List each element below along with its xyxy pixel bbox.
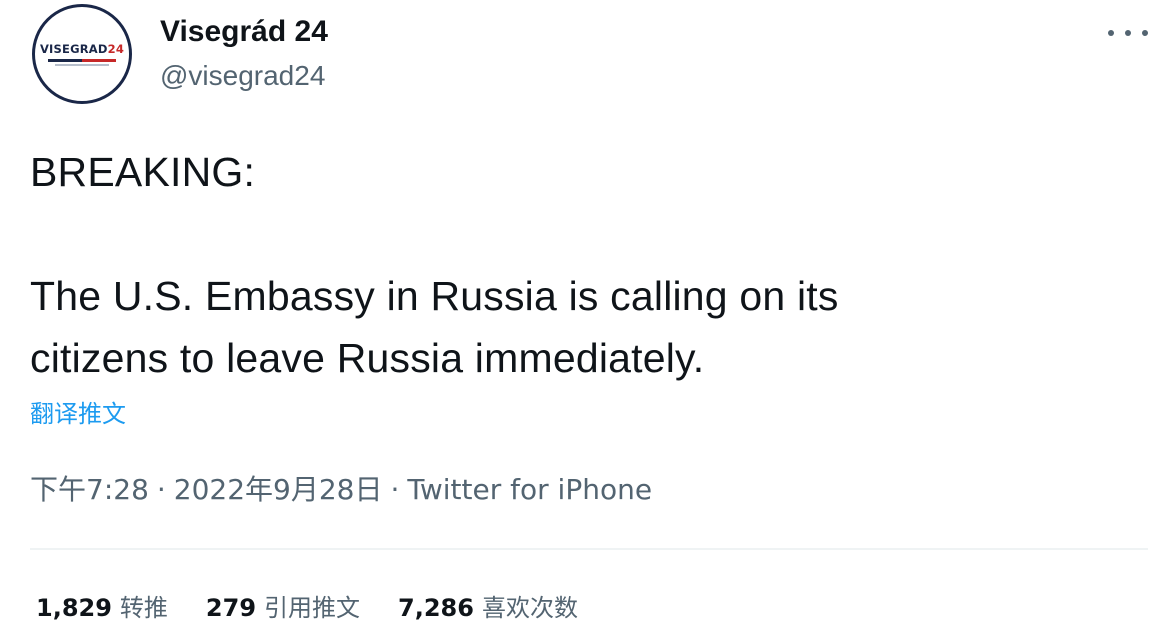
retweets-count: 1,829: [36, 594, 112, 622]
tweet-text-line: BREAKING:: [30, 149, 256, 195]
quotes-count: 279: [205, 594, 257, 622]
retweets-label: 转推: [119, 594, 168, 622]
more-dot: [1142, 30, 1148, 36]
author-display-name[interactable]: Visegrád 24: [160, 14, 328, 50]
tweet-text-line: The U.S. Embassy in Russia is calling on…: [30, 273, 839, 319]
meta-separator: ·: [156, 473, 166, 506]
avatar[interactable]: VISEGRAD24: [32, 4, 132, 104]
tweet-meta: 下午7:28 · 2022年9月28日 · Twitter for iPhone: [30, 472, 652, 508]
tweet-source-link[interactable]: Twitter for iPhone: [407, 473, 652, 506]
tweet-time[interactable]: 下午7:28: [30, 473, 149, 506]
more-dot: [1108, 30, 1114, 36]
likes-count: 7,286: [398, 594, 474, 622]
meta-separator: ·: [390, 473, 400, 506]
tweet-date[interactable]: 2022年9月28日: [174, 473, 383, 506]
retweets-stat[interactable]: 1,829 转推: [36, 590, 168, 626]
quotes-stat[interactable]: 279 引用推文: [206, 590, 360, 626]
author-handle[interactable]: @visegrad24: [160, 58, 325, 94]
avatar-logo-bar: [48, 58, 116, 62]
likes-label: 喜欢次数: [481, 594, 578, 622]
avatar-logo-text: VISEGRAD24: [39, 41, 125, 56]
likes-stat[interactable]: 7,286 喜欢次数: [398, 590, 578, 626]
tweet-text-line: citizens to leave Russia immediately.: [30, 335, 705, 381]
tweet-card: VISEGRAD24 Visegrád 24 @visegrad24 BREAK…: [0, 0, 1158, 642]
translate-tweet-link[interactable]: 翻译推文: [30, 398, 126, 430]
more-dot: [1125, 30, 1131, 36]
more-options-icon[interactable]: [1108, 22, 1148, 44]
divider: [30, 548, 1148, 550]
avatar-logo-subline: [55, 63, 109, 66]
tweet-stats: 1,829 转推 279 引用推文 7,286 喜欢次数: [36, 590, 578, 626]
quotes-label: 引用推文: [264, 594, 361, 622]
